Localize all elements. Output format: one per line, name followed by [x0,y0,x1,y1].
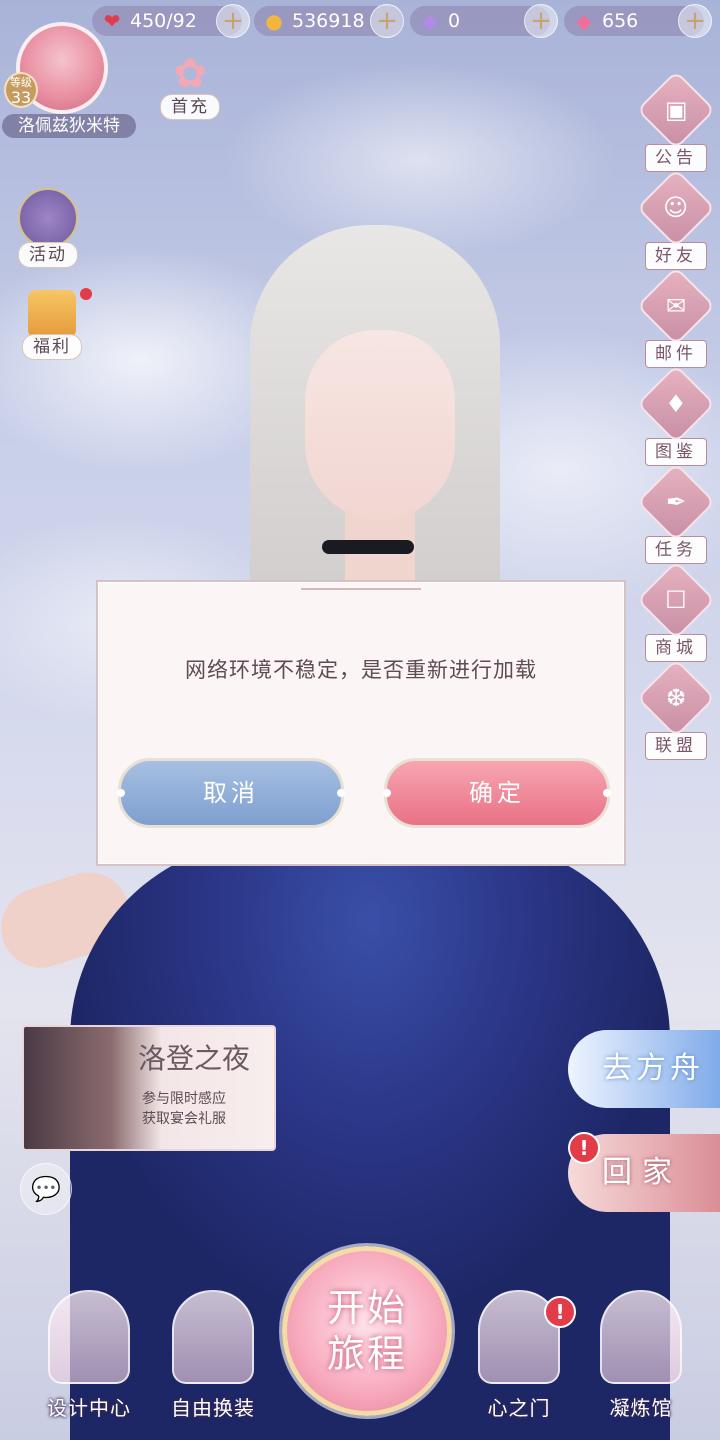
start-journey-button[interactable]: 开始 旅程 [282,1246,452,1416]
alliance-button[interactable]: ❆ 联盟 [636,658,716,760]
mirror-icon [172,1290,254,1384]
character-face [305,330,455,520]
shopping-bag-icon: ☐ [636,560,716,640]
dialog-ornament [98,582,624,592]
home-alert-badge: ! [568,1132,600,1164]
event-banner-subtitle: 参与限时感应 获取宴会礼服 [142,1091,226,1127]
notice-board-icon: ▣ [636,70,716,150]
wings-icon: ❆ [636,658,716,738]
quill-icon: ✒ [636,462,716,542]
friend-icon: ☺ [636,168,716,248]
notice-button[interactable]: ▣ 公告 [636,70,716,172]
add-diamond-button[interactable]: + [524,4,558,38]
heart-icon: ❤ [103,9,121,33]
purple-diamond-icon: ◆ [422,9,438,33]
collection-button[interactable]: ♦ 图鉴 [636,364,716,466]
refinery-button[interactable]: 凝炼馆 [596,1290,686,1421]
game-home-screen: ❤ 450/92 + ● 536918 + ◆ 0 + ◆ 656 + 等级 3… [0,0,720,1440]
cancel-button[interactable]: 取消 [117,758,345,828]
confirm-button[interactable]: 确定 [383,758,611,828]
first-recharge-button[interactable]: ✿ 首充 [160,54,220,120]
event-banner[interactable]: 洛登之夜 参与限时感应 获取宴会礼服 [22,1025,276,1151]
activity-button[interactable]: 活动 [18,188,78,268]
welfare-button[interactable]: 福利 [22,288,92,360]
clock-icon [600,1290,682,1384]
sewing-machine-icon [48,1290,130,1384]
dialog-message: 网络环境不稳定，是否重新进行加载 [185,658,537,682]
design-center-button[interactable]: 设计中心 [44,1290,134,1421]
mail-button[interactable]: ✉ 邮件 [636,266,716,368]
add-gold-button[interactable]: + [370,4,404,38]
heart-gate-alert-badge: ! [544,1296,576,1328]
add-stamina-button[interactable]: + [216,4,250,38]
go-to-ark-button[interactable]: 去方舟 [568,1030,720,1108]
sakura-icon: ✿ [173,51,207,97]
gift-icon [28,290,76,338]
network-error-dialog: 网络环境不稳定，是否重新进行加载 取消 确定 [96,580,626,866]
character-choker [322,540,414,554]
friends-button[interactable]: ☺ 好友 [636,168,716,270]
start-journey-label: 开始 旅程 [326,1286,407,1376]
level-badge: 等级 33 [4,72,38,108]
book-icon: ♦ [636,364,716,444]
cat-coin-icon: ● [265,9,283,33]
player-name: 洛佩兹狄米特 [2,114,136,138]
chat-bubble-icon: 💬 [31,1175,61,1203]
tasks-button[interactable]: ✒ 任务 [636,462,716,564]
pink-diamond-icon: ◆ [576,9,592,33]
chat-button[interactable]: 💬 [20,1163,72,1215]
activity-icon [18,188,78,248]
shop-button[interactable]: ☐ 商城 [636,560,716,662]
add-pink-diamond-button[interactable]: + [678,4,712,38]
notification-dot [80,288,92,300]
free-dressup-button[interactable]: 自由换装 [168,1290,258,1421]
mail-icon: ✉ [636,266,716,346]
